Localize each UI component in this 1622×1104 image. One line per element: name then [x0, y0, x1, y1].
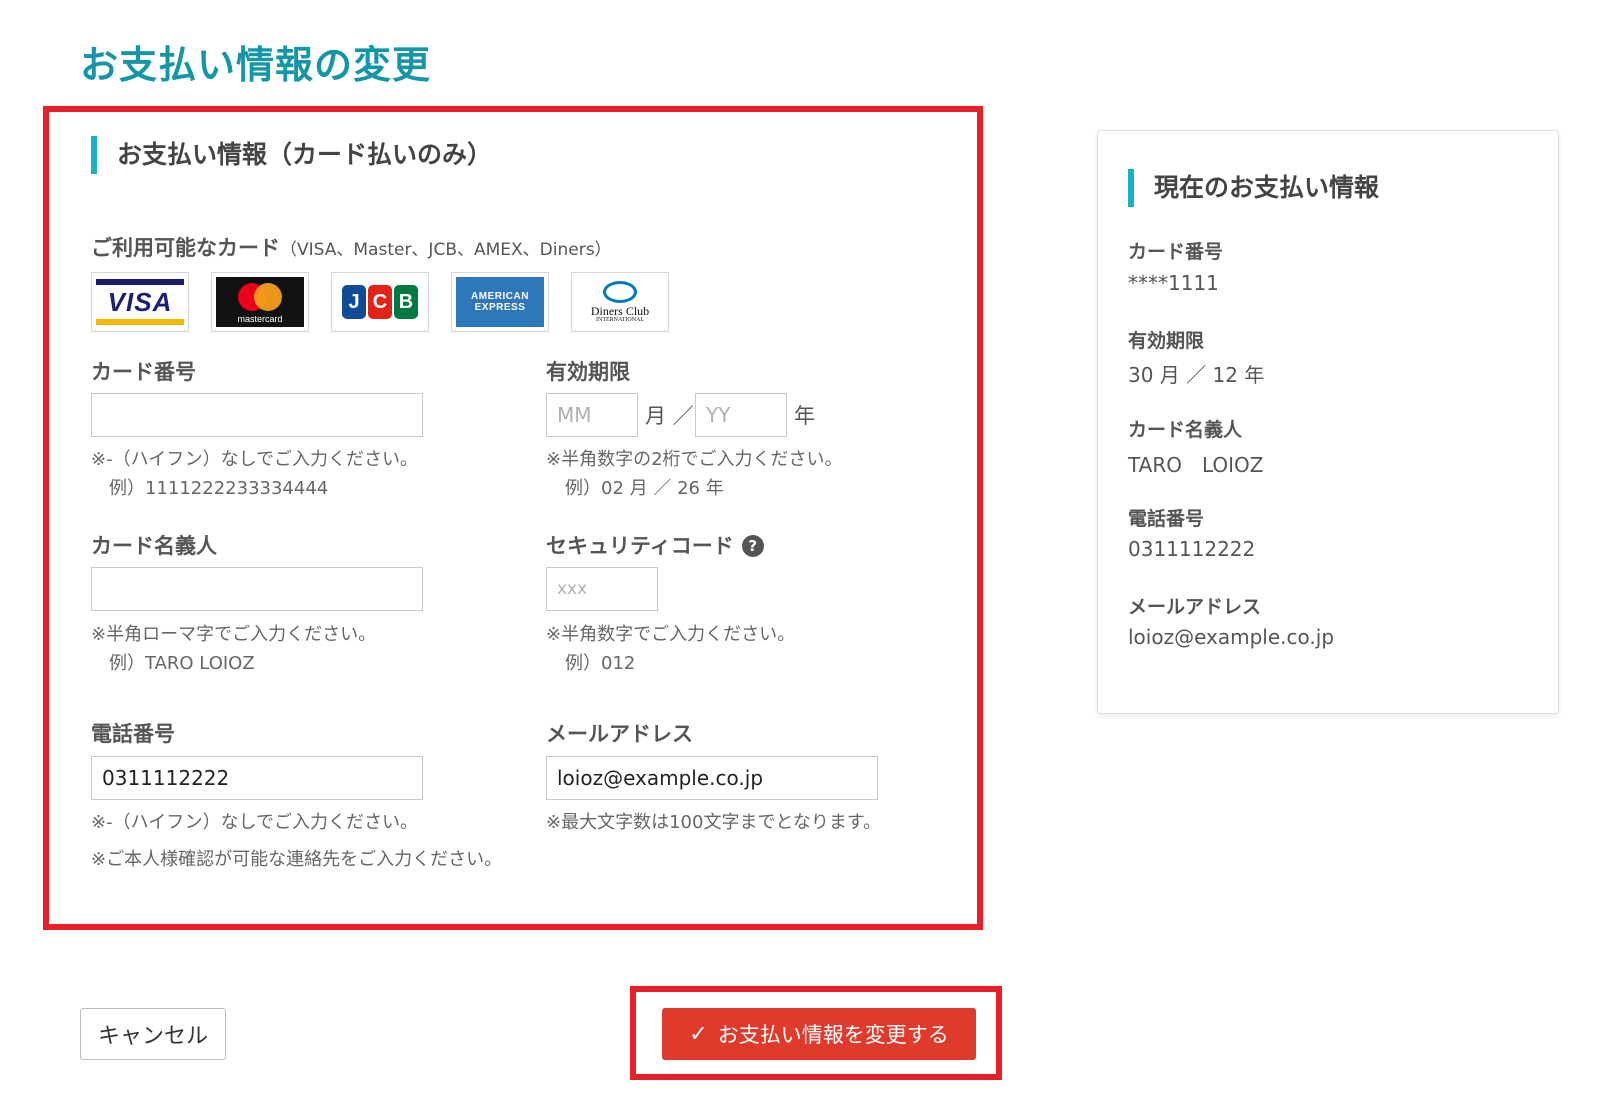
card-holder-label: カード名義人: [91, 534, 217, 558]
security-code-label: セキュリティコード?: [546, 530, 764, 560]
visa-logo: VISA: [91, 272, 189, 332]
current-phone-value: 0311112222: [1128, 537, 1256, 561]
expiry-year-unit: 年: [794, 404, 815, 428]
current-payment-panel: 現在のお支払い情報 カード番号 ****1111 有効期限 30 月 ／ 12 …: [1097, 130, 1559, 714]
card-number-hint: ※-（ハイフン）なしでご入力ください。: [91, 449, 419, 470]
security-code-example: 例）012: [565, 653, 636, 674]
amex-logo-text-2: EXPRESS: [474, 302, 526, 313]
current-expiry-value: 30 月 ／ 12 年: [1128, 363, 1265, 387]
page-title: お支払い情報の変更: [80, 43, 432, 87]
phone-input[interactable]: [91, 756, 423, 800]
diners-logo-text-2: INTERNATIONAL: [596, 316, 644, 323]
expiry-month-input[interactable]: [546, 393, 638, 437]
mastercard-logo: mastercard: [211, 272, 309, 332]
card-number-input[interactable]: [91, 393, 423, 437]
cards-label-text: ご利用可能なカード: [91, 236, 280, 260]
current-phone-label: 電話番号: [1128, 508, 1205, 530]
cards-label-sub: （VISA、Master、JCB、AMEX、Diners）: [280, 240, 612, 260]
card-number-label: カード番号: [91, 360, 196, 384]
expiry-example: 例）02 月 ／ 26 年: [565, 478, 724, 499]
phone-label: 電話番号: [91, 722, 175, 746]
diners-logo: Diners Club INTERNATIONAL: [571, 272, 669, 332]
current-panel-heading: 現在のお支払い情報: [1128, 169, 1379, 207]
security-code-label-text: セキュリティコード: [546, 534, 734, 558]
cancel-button[interactable]: キャンセル: [80, 1008, 226, 1060]
current-expiry-label: 有効期限: [1128, 330, 1205, 352]
current-card-number-value: ****1111: [1128, 271, 1219, 295]
card-logos: VISA mastercard JCB AMERICAN EXPRESS Dine…: [91, 272, 669, 332]
email-input[interactable]: [546, 756, 878, 800]
expiry-hint: ※半角数字の2桁でご入力ください。: [546, 449, 843, 470]
email-label: メールアドレス: [546, 722, 693, 746]
expiry-year-input[interactable]: [695, 393, 787, 437]
payment-form-panel: お支払い情報（カード払いのみ） ご利用可能なカード（VISA、Master、JC…: [43, 106, 983, 930]
visa-logo-text: VISA: [107, 286, 173, 317]
jcb-logo: JCB: [331, 272, 429, 332]
expiry-label: 有効期限: [546, 360, 630, 384]
current-card-holder-value: TARO LOIOZ: [1128, 453, 1264, 477]
submit-button-label: お支払い情報を変更する: [717, 1023, 949, 1047]
jcb-logo-mark: JCB: [336, 277, 424, 327]
phone-hint: ※-（ハイフン）なしでご入力ください。: [91, 812, 419, 833]
current-card-holder-label: カード名義人: [1128, 419, 1243, 441]
section-heading: お支払い情報（カード払いのみ）: [91, 136, 492, 174]
amex-logo-text-1: AMERICAN: [471, 291, 529, 302]
amex-logo: AMERICAN EXPRESS: [451, 272, 549, 332]
card-number-example: 例）1111222233334444: [109, 478, 329, 499]
diners-logo-text-1: Diners Club: [590, 303, 650, 318]
current-card-number-label: カード番号: [1128, 241, 1224, 263]
card-holder-example: 例）TARO LOIOZ: [109, 653, 255, 674]
phone-hint-2: ※ご本人様確認が可能な連絡先をご入力ください。: [91, 849, 503, 870]
mastercard-logo-text: mastercard: [237, 314, 283, 324]
security-code-input[interactable]: [546, 567, 658, 611]
submit-button[interactable]: ✓ お支払い情報を変更する: [662, 1008, 976, 1060]
current-email-value: loioz@example.co.jp: [1128, 625, 1335, 649]
check-icon: ✓: [689, 1021, 708, 1047]
card-holder-input[interactable]: [91, 567, 423, 611]
email-hint: ※最大文字数は100文字までとなります。: [546, 812, 882, 833]
current-email-label: メールアドレス: [1128, 596, 1262, 618]
available-cards-label: ご利用可能なカード（VISA、Master、JCB、AMEX、Diners）: [91, 232, 612, 262]
help-icon[interactable]: ?: [741, 535, 764, 557]
expiry-month-unit: 月 ／: [645, 404, 694, 428]
security-code-hint: ※半角数字でご入力ください。: [546, 624, 796, 645]
card-holder-hint: ※半角ローマ字でご入力ください。: [91, 624, 377, 645]
